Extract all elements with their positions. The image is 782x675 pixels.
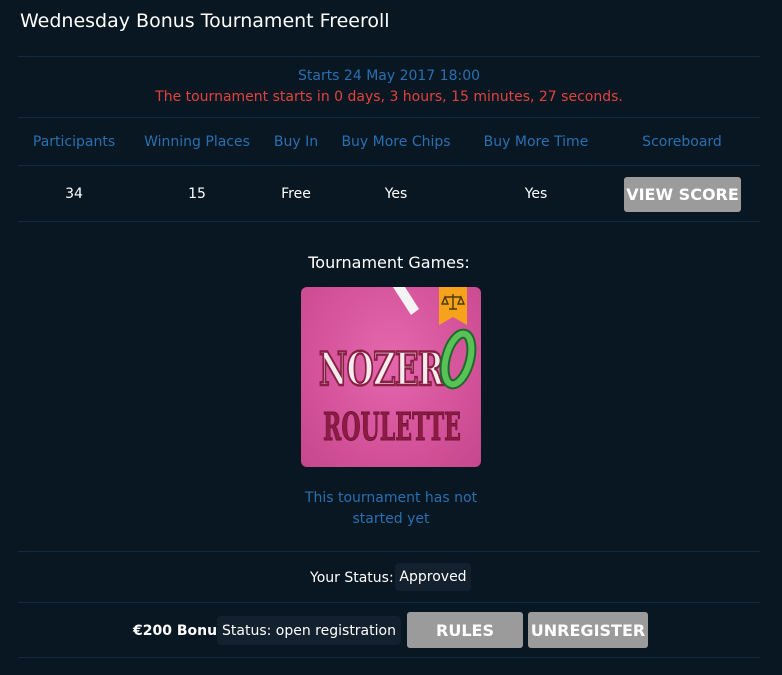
divider (18, 602, 760, 603)
logo-zero (441, 330, 475, 388)
not-started-line-2: started yet (352, 511, 430, 527)
view-score-button[interactable]: VIEW SCORE (624, 177, 741, 212)
buy-more-time-value: Yes (524, 186, 548, 202)
winning-places-value: 15 (188, 186, 206, 202)
divider (18, 551, 760, 552)
your-status-label: Your Status: (310, 570, 394, 586)
rules-button[interactable]: RULES (407, 612, 523, 648)
divider (18, 56, 760, 57)
status-badge: Approved (395, 563, 471, 591)
logo-nozer-text: NOZER (319, 342, 444, 396)
header-scoreboard: Scoreboard (642, 134, 722, 150)
buy-in-value: Free (281, 186, 311, 202)
divider (18, 657, 760, 658)
divider (18, 165, 760, 166)
bonus-label: €200 Bonus (133, 623, 226, 639)
registration-status-badge: Status: open registration (217, 616, 401, 645)
game-logo: NOZER ROULETTE (318, 287, 477, 450)
not-started-message: This tournament has not started yet (291, 488, 491, 530)
divider (18, 117, 760, 118)
page-title: Wednesday Bonus Tournament Freeroll (20, 10, 390, 32)
countdown-text: The tournament starts in 0 days, 3 hours… (155, 89, 623, 105)
participants-value: 34 (65, 186, 83, 202)
glove-shape (393, 287, 419, 315)
header-buy-more-chips: Buy More Chips (341, 134, 451, 150)
buy-more-chips-value: Yes (384, 186, 408, 202)
header-participants: Participants (32, 134, 116, 150)
game-thumbnail-nozero-roulette[interactable]: NOZER ROULETTE (301, 287, 481, 467)
divider (18, 221, 760, 222)
header-buy-in: Buy In (273, 134, 319, 150)
unregister-button[interactable]: UNREGISTER (528, 612, 648, 648)
tournament-games-label: Tournament Games: (308, 253, 470, 272)
header-buy-more-time: Buy More Time (483, 134, 589, 150)
tournament-page: Wednesday Bonus Tournament Freeroll Star… (0, 0, 782, 675)
header-winning-places: Winning Places (144, 134, 250, 150)
start-date: Starts 24 May 2017 18:00 (297, 68, 481, 84)
not-started-line-1: This tournament has not (304, 490, 478, 506)
logo-roulette-text: ROULETTE (323, 404, 461, 449)
